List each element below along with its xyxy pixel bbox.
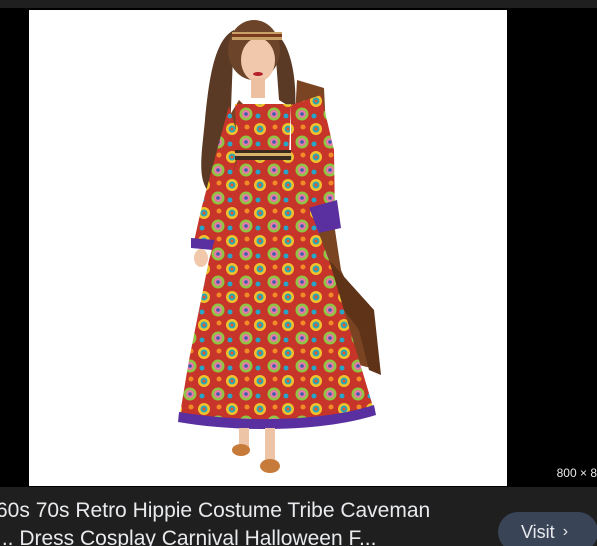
visit-button[interactable]: Visit › <box>498 512 597 546</box>
result-title[interactable]: 60s 70s Retro Hippie Costume Tribe Cavem… <box>0 497 486 546</box>
visit-button-label: Visit <box>521 521 555 542</box>
preview-image[interactable] <box>29 10 507 486</box>
costume-photo <box>29 10 507 486</box>
top-edge <box>0 0 597 8</box>
result-info-bar: 60s 70s Retro Hippie Costume Tribe Cavem… <box>0 487 597 546</box>
image-preview-panel: 800 × 8 60s 70s Retro Hippie Costume Tri… <box>0 0 597 546</box>
result-title-line2: ... Dress Cosplay Carnival Halloween F..… <box>0 527 377 546</box>
chevron-right-icon: › <box>562 523 569 540</box>
result-title-line1: 60s 70s Retro Hippie Costume Tribe Cavem… <box>0 499 431 522</box>
image-dimensions: 800 × 8 <box>556 466 597 480</box>
